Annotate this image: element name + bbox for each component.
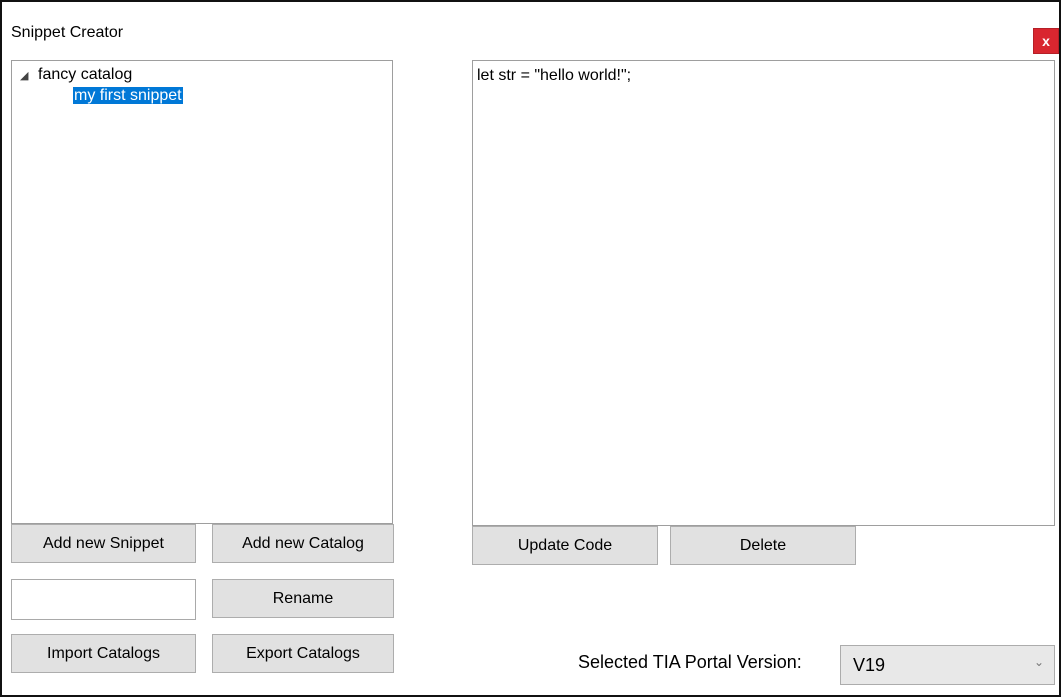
import-catalogs-button[interactable]: Import Catalogs <box>11 634 196 673</box>
export-catalogs-button[interactable]: Export Catalogs <box>212 634 394 673</box>
rename-input[interactable] <box>11 579 196 620</box>
add-new-catalog-button[interactable]: Add new Catalog <box>212 524 394 563</box>
code-editor[interactable]: let str = "hello world!"; <box>472 60 1055 526</box>
window-title: Snippet Creator <box>11 24 124 41</box>
add-new-snippet-button[interactable]: Add new Snippet <box>11 524 196 563</box>
update-code-button[interactable]: Update Code <box>472 526 658 565</box>
chevron-down-icon[interactable]: ⌄ <box>1034 655 1044 669</box>
snippet-label: my first snippet <box>73 87 183 104</box>
tia-version-label: Selected TIA Portal Version: <box>578 652 802 672</box>
tia-version-value: V19 <box>853 654 886 675</box>
tia-version-select[interactable]: V19 ⌄ <box>840 645 1055 685</box>
tree-item-catalog[interactable]: ◢ fancy catalog <box>20 64 132 85</box>
catalog-label: fancy catalog <box>38 66 133 83</box>
snippet-creator-window: Snippet Creator x ◢ fancy catalog my firs… <box>0 0 1061 697</box>
rename-button[interactable]: Rename <box>212 579 394 618</box>
close-button[interactable]: x <box>1033 28 1059 54</box>
expand-arrow-icon[interactable]: ◢ <box>20 66 38 87</box>
tree-item-snippet[interactable]: my first snippet <box>73 85 183 106</box>
delete-button[interactable]: Delete <box>670 526 856 565</box>
catalog-tree[interactable]: ◢ fancy catalog my first snippet <box>11 60 393 524</box>
